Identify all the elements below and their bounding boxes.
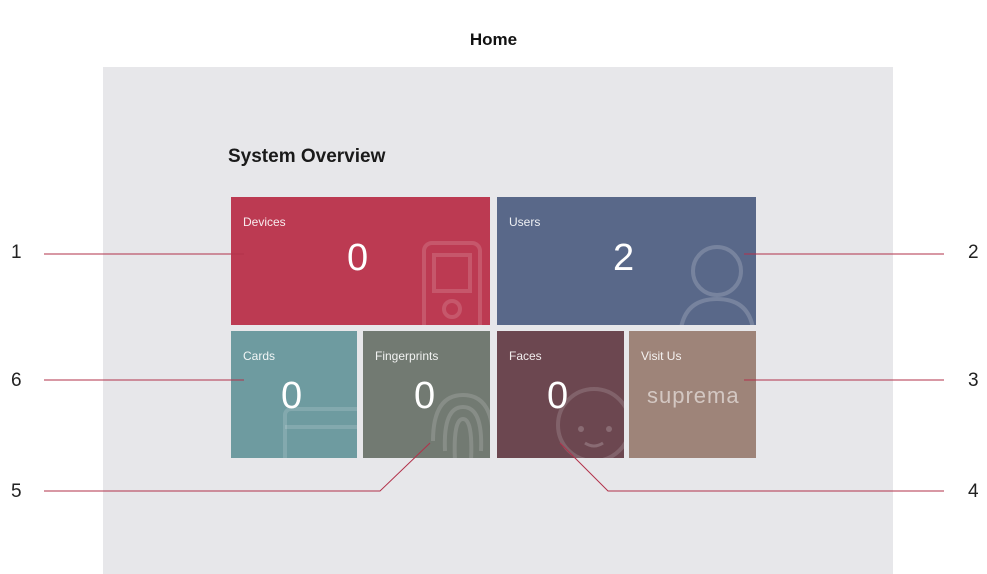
section-title: System Overview [228,146,386,167]
callout-2: 2 [968,242,979,263]
cards-count: 0 [281,375,303,417]
visit-us-label: Visit Us [641,349,682,363]
visit-us-tile[interactable]: Visit Us suprema [629,331,756,458]
fingerprints-tile[interactable]: Fingerprints 0 [363,331,490,458]
user-icon [679,245,755,325]
callout-3: 3 [968,370,979,391]
users-tile[interactable]: Users 2 [497,197,756,325]
users-count: 2 [613,237,635,279]
callout-1: 1 [11,242,22,263]
fingerprints-count: 0 [414,375,436,417]
callout-4: 4 [968,481,979,502]
faces-label: Faces [509,349,542,363]
callout-5: 5 [11,481,22,502]
device-icon [422,241,482,325]
faces-tile[interactable]: Faces 0 [497,331,624,458]
callout-6: 6 [11,370,22,391]
devices-tile[interactable]: Devices 0 [231,197,490,325]
cards-label: Cards [243,349,276,363]
users-label: Users [509,215,541,229]
suprema-logo[interactable]: suprema [647,383,740,409]
cards-tile[interactable]: Cards 0 [231,331,357,458]
devices-label: Devices [243,215,286,229]
page-title: Home [469,30,518,49]
faces-count: 0 [547,375,569,417]
fingerprints-label: Fingerprints [375,349,439,363]
devices-count: 0 [347,237,369,279]
